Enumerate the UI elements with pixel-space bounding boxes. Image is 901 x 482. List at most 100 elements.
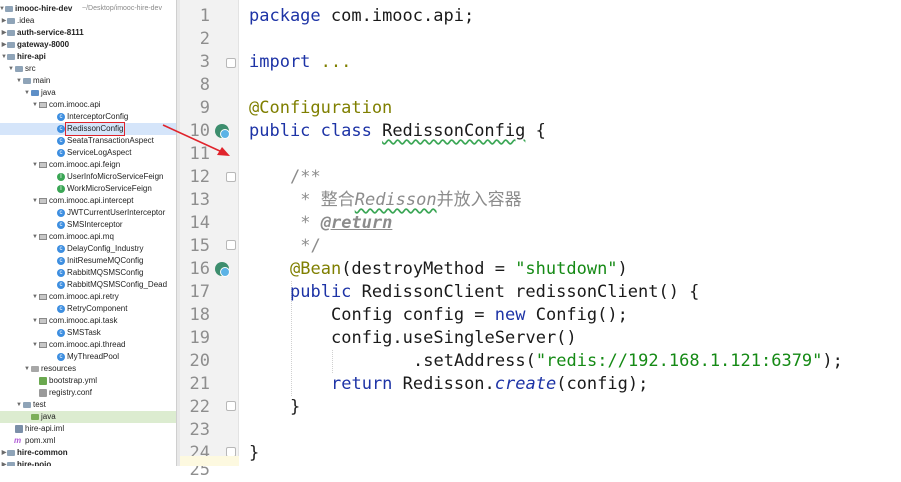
tree-item-interface[interactable]: I WorkMicroServiceFeign bbox=[0, 183, 176, 195]
expand-arrow-icon[interactable]: ▼ bbox=[31, 159, 39, 171]
annotation: @Configuration bbox=[249, 98, 393, 118]
tree-item-package[interactable]: ▼ com.imooc.api.task bbox=[0, 315, 176, 327]
expand-arrow-icon[interactable]: ▼ bbox=[31, 315, 39, 327]
tree-item-class[interactable]: c MyThreadPool bbox=[0, 351, 176, 363]
tree-item-label: RedissonConfig bbox=[64, 122, 126, 136]
code-text: Config(); bbox=[525, 305, 628, 325]
tree-item-class[interactable]: c RabbitMQSMSConfig_Dead bbox=[0, 279, 176, 291]
tree-item-class[interactable]: c SMSInterceptor bbox=[0, 219, 176, 231]
expand-arrow-icon[interactable]: ▼ bbox=[7, 63, 15, 75]
expand-arrow-icon[interactable]: ▼ bbox=[31, 339, 39, 351]
tree-item-test-java[interactable]: java bbox=[0, 411, 176, 423]
tree-item-src[interactable]: ▼ src bbox=[0, 63, 176, 75]
spring-bean-icon[interactable] bbox=[215, 124, 230, 139]
module-file-icon bbox=[15, 425, 23, 433]
package-icon bbox=[39, 234, 47, 240]
fold-toggle-icon[interactable] bbox=[226, 240, 236, 250]
expand-arrow-icon[interactable]: ▼ bbox=[31, 231, 39, 243]
expand-arrow-icon[interactable]: ▼ bbox=[23, 87, 31, 99]
tree-item-main[interactable]: ▼ main bbox=[0, 75, 176, 87]
folded-imports[interactable]: ... bbox=[310, 52, 352, 72]
module-folder-icon bbox=[7, 450, 15, 456]
comment-text: * bbox=[290, 213, 321, 233]
yaml-file-icon bbox=[39, 377, 47, 385]
tree-item-label: gateway-8000 bbox=[17, 40, 70, 49]
tree-item-package[interactable]: ▼ com.imooc.api.thread bbox=[0, 339, 176, 351]
expand-arrow-icon[interactable]: ▼ bbox=[15, 75, 23, 87]
expand-arrow-icon[interactable]: ▼ bbox=[15, 399, 23, 411]
code-text: Redisson. bbox=[392, 374, 495, 394]
tree-item-file[interactable]: registry.conf bbox=[0, 387, 176, 399]
comment-text: 并放入容器 bbox=[436, 190, 522, 210]
tree-item-class[interactable]: c JWTCurrentUserInterceptor bbox=[0, 207, 176, 219]
tree-item-label: InitResumeMQConfig bbox=[67, 256, 144, 265]
tree-item-class[interactable]: c InterceptorConfig bbox=[0, 111, 176, 123]
test-folder-icon bbox=[31, 414, 39, 420]
tree-item-file[interactable]: bootstrap.yml bbox=[0, 375, 176, 387]
tree-item-file[interactable]: hire-api.iml bbox=[0, 423, 176, 435]
code-line-22: } bbox=[290, 397, 301, 417]
tree-item-package[interactable]: ▼ com.imooc.api.mq bbox=[0, 231, 176, 243]
expand-arrow-icon[interactable]: ▼ bbox=[31, 99, 39, 111]
tree-item-test[interactable]: ▼ test bbox=[0, 399, 176, 411]
tree-item-label: com.imooc.api bbox=[49, 100, 101, 109]
tree-item-class[interactable]: c ServiceLogAspect bbox=[0, 147, 176, 159]
fold-toggle-icon[interactable] bbox=[226, 58, 236, 68]
project-tree: ▼ imooc-hire-dev ~/Desktop/imooc-hire-de… bbox=[0, 0, 176, 466]
code-text: ) bbox=[617, 259, 628, 279]
keyword: new bbox=[494, 305, 526, 325]
code-editor[interactable]: package com.imooc.api; import ... @Confi… bbox=[239, 0, 901, 466]
tree-item-auth-service[interactable]: ▶ auth-service-8111 bbox=[0, 27, 176, 39]
tree-item-gateway[interactable]: ▶ gateway-8000 bbox=[0, 39, 176, 51]
tree-item-class[interactable]: c RabbitMQSMSConfig bbox=[0, 267, 176, 279]
resources-folder-icon bbox=[31, 366, 39, 372]
class-icon: c bbox=[57, 269, 65, 277]
expand-arrow-icon[interactable]: ▼ bbox=[31, 195, 39, 207]
module-folder-icon bbox=[7, 462, 15, 466]
fold-toggle-icon[interactable] bbox=[226, 401, 236, 411]
code-line-14: * @return bbox=[290, 212, 392, 235]
keyword: package bbox=[249, 6, 321, 26]
module-folder-icon bbox=[7, 42, 15, 48]
tree-item-class[interactable]: c DelayConfig_Industry bbox=[0, 243, 176, 255]
tree-item-class-selected[interactable]: c RedissonConfig bbox=[0, 122, 176, 136]
tree-item-class[interactable]: c SeataTransactionAspect bbox=[0, 135, 176, 147]
fold-toggle-icon[interactable] bbox=[226, 172, 236, 182]
tree-item-label: hire-pojo bbox=[17, 460, 52, 466]
tree-item-class[interactable]: c RetryComponent bbox=[0, 303, 176, 315]
tree-item-label: test bbox=[33, 400, 46, 409]
tree-item-package[interactable]: ▼ com.imooc.api.intercept bbox=[0, 195, 176, 207]
tree-item-package[interactable]: ▼ com.imooc.api.retry bbox=[0, 291, 176, 303]
tree-item-hire-pojo[interactable]: ▶ hire-pojo bbox=[0, 459, 176, 466]
tree-item-label: RetryComponent bbox=[67, 304, 128, 313]
tree-item-class[interactable]: c SMSTask bbox=[0, 327, 176, 339]
code-line-15: */ bbox=[290, 236, 321, 256]
code-line-10: public class RedissonConfig { bbox=[249, 120, 546, 143]
tree-item-idea[interactable]: ▶ .idea bbox=[0, 15, 176, 27]
tree-item-label: SeataTransactionAspect bbox=[67, 136, 154, 145]
spring-bean-icon[interactable] bbox=[215, 262, 230, 277]
expand-arrow-icon[interactable]: ▼ bbox=[31, 291, 39, 303]
expand-arrow-icon[interactable]: ▼ bbox=[23, 363, 31, 375]
code-text: ); bbox=[822, 351, 843, 371]
tree-item-interface[interactable]: I UserInfoMicroServiceFeign bbox=[0, 171, 176, 183]
maven-icon: m bbox=[14, 436, 22, 445]
tree-item-package[interactable]: ▼ com.imooc.api.feign bbox=[0, 159, 176, 171]
folder-icon bbox=[7, 18, 15, 24]
tree-item-class[interactable]: c InitResumeMQConfig bbox=[0, 255, 176, 267]
code-line-18: Config config = new Config(); bbox=[331, 304, 628, 327]
line-number: 21 bbox=[189, 374, 210, 394]
tree-item-hire-api[interactable]: ▼ hire-api bbox=[0, 51, 176, 63]
tree-item-file[interactable]: m pom.xml bbox=[0, 435, 176, 447]
code-text: (destroyMethod = bbox=[341, 259, 516, 279]
tree-root[interactable]: ▼ imooc-hire-dev ~/Desktop/imooc-hire-de… bbox=[0, 3, 176, 15]
tree-item-java[interactable]: ▼ java bbox=[0, 87, 176, 99]
tree-item-label: MyThreadPool bbox=[67, 352, 120, 361]
line-number: 1 bbox=[199, 6, 210, 26]
tree-item-package[interactable]: ▼ com.imooc.api bbox=[0, 99, 176, 111]
class-icon: c bbox=[57, 245, 65, 253]
tree-item-hire-common[interactable]: ▶ hire-common bbox=[0, 447, 176, 459]
class-icon: c bbox=[57, 329, 65, 337]
code-line-12: /** bbox=[290, 167, 321, 187]
tree-item-resources[interactable]: ▼ resources bbox=[0, 363, 176, 375]
